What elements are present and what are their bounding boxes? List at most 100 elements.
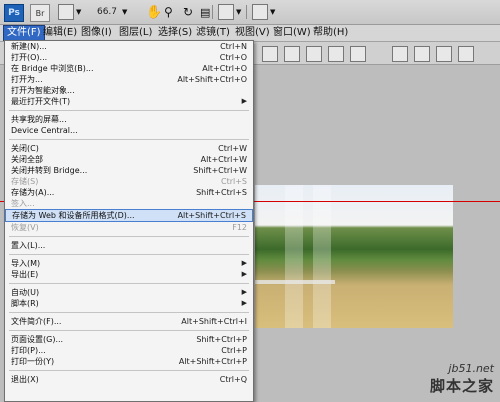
menu-item[interactable]: 关闭全部 Alt+Ctrl+W: [5, 154, 253, 165]
menu-item[interactable]: 打开(O)... Ctrl+O: [5, 52, 253, 63]
menu-item-label: 脚本(R): [11, 299, 39, 308]
menu-divider: [9, 283, 249, 284]
menu-item[interactable]: 打开为智能对象...: [5, 85, 253, 96]
distribute-icon[interactable]: [436, 46, 452, 62]
menu-item-label: 新建(N)...: [11, 42, 47, 51]
menu-item-shortcut: Ctrl+W: [218, 144, 247, 153]
menu-item-shortcut: Alt+Ctrl+W: [200, 155, 247, 164]
menu-item[interactable]: 关闭(C) Ctrl+W: [5, 143, 253, 154]
arrange-documents-icon[interactable]: [218, 4, 234, 20]
menu-item[interactable]: 打印一份(Y) Alt+Shift+Ctrl+P: [5, 356, 253, 367]
slice-guide: [313, 185, 331, 328]
menu-item[interactable]: 脚本(R) ▶: [5, 298, 253, 309]
menu-item: 签入...: [5, 198, 253, 209]
menu-file[interactable]: 文件(F): [3, 25, 45, 41]
menu-item[interactable]: 共享我的屏幕...: [5, 114, 253, 125]
menu-item[interactable]: 存储为(A)... Shift+Ctrl+S: [5, 187, 253, 198]
watermark-name: 脚本之家: [429, 377, 494, 395]
hand-tool-icon[interactable]: ✋: [146, 4, 162, 20]
menu-item-label: 关闭(C): [11, 144, 39, 153]
menu-item-shortcut: Shift+Ctrl+P: [196, 335, 247, 344]
menu-divider: [9, 370, 249, 371]
menu-item[interactable]: 自动(U) ▶: [5, 287, 253, 298]
menu-item-shortcut: F12: [232, 223, 247, 232]
screen-mode-dropdown-icon[interactable]: ▼: [270, 4, 275, 20]
document-canvas[interactable]: [255, 185, 453, 328]
menu-item[interactable]: 在 Bridge 中浏览(B)... Alt+Ctrl+O: [5, 63, 253, 74]
view-extras-icon[interactable]: [58, 4, 74, 20]
align-icon[interactable]: [284, 46, 300, 62]
align-icon[interactable]: [350, 46, 366, 62]
menu-item-shortcut: Shift+Ctrl+S: [196, 188, 247, 197]
distribute-icon[interactable]: [392, 46, 408, 62]
menu-edit[interactable]: 编辑(E): [40, 26, 80, 40]
menu-view[interactable]: 视图(V): [232, 26, 273, 40]
submenu-arrow-icon: ▶: [241, 299, 247, 307]
align-icon[interactable]: [328, 46, 344, 62]
menu-item[interactable]: Device Central...: [5, 125, 253, 136]
slice-guide: [285, 185, 303, 328]
application-bar: Ps Br ▼ 66.7 ▼ ✋ ⚲ ↻ ▤ ▼ ▼: [0, 0, 500, 25]
menu-item[interactable]: 新建(N)... Ctrl+N: [5, 41, 253, 52]
menu-item-label: 自动(U): [11, 288, 40, 297]
menu-item[interactable]: 打开为... Alt+Shift+Ctrl+O: [5, 74, 253, 85]
rotate-view-icon[interactable]: ↻: [183, 4, 193, 20]
menu-item[interactable]: 关闭并转到 Bridge... Shift+Ctrl+W: [5, 165, 253, 176]
distribute-icon[interactable]: [458, 46, 474, 62]
menu-item-shortcut: Alt+Shift+Ctrl+S: [177, 211, 246, 220]
menu-item[interactable]: 存储为 Web 和设备所用格式(D)... Alt+Shift+Ctrl+S: [5, 209, 253, 222]
watermark-url: jb51.net: [448, 362, 494, 375]
menu-item-label: 存储为 Web 和设备所用格式(D)...: [12, 211, 135, 220]
bridge-button[interactable]: Br: [30, 4, 50, 22]
menu-item[interactable]: 打印(P)... Ctrl+P: [5, 345, 253, 356]
distribute-icon[interactable]: [414, 46, 430, 62]
menu-item-label: 打印一份(Y): [11, 357, 55, 366]
menu-item-label: 恢复(V): [11, 223, 39, 232]
menu-item-label: 存储为(A)...: [11, 188, 55, 197]
submenu-arrow-icon: ▶: [241, 259, 247, 267]
menu-divider: [9, 312, 249, 313]
submenu-arrow-icon: ▶: [241, 288, 247, 296]
menu-help[interactable]: 帮助(H): [310, 26, 351, 40]
menu-item[interactable]: 文件简介(F)... Alt+Shift+Ctrl+I: [5, 316, 253, 327]
menu-layer[interactable]: 图层(L): [116, 26, 155, 40]
ruler-icon[interactable]: ▤: [200, 4, 210, 20]
menu-item-label: 打开为智能对象...: [11, 86, 75, 95]
menu-item[interactable]: 置入(L)...: [5, 240, 253, 251]
menu-item[interactable]: 退出(X) Ctrl+Q: [5, 374, 253, 385]
align-icon[interactable]: [306, 46, 322, 62]
menu-item-label: 置入(L)...: [11, 241, 46, 250]
zoom-tool-icon[interactable]: ⚲: [164, 4, 173, 20]
menu-item-shortcut: Shift+Ctrl+W: [193, 166, 247, 175]
menu-item-shortcut: Ctrl+S: [220, 177, 247, 186]
menu-item-label: 关闭并转到 Bridge...: [11, 166, 88, 175]
menu-item-label: 关闭全部: [11, 155, 43, 164]
menu-item-shortcut: Ctrl+O: [219, 53, 247, 62]
menu-filter[interactable]: 滤镜(T): [193, 26, 233, 40]
menu-item[interactable]: 导出(E) ▶: [5, 269, 253, 280]
menu-item-label: 打开为...: [11, 75, 43, 84]
menu-item-label: 退出(X): [11, 375, 39, 384]
menu-item-label: 存储(S): [11, 177, 39, 186]
menu-window[interactable]: 窗口(W): [270, 26, 314, 40]
menu-item-shortcut: Ctrl+P: [221, 346, 247, 355]
file-menu-dropdown: 新建(N)... Ctrl+N 打开(O)... Ctrl+O 在 Bridge 中浏览…: [4, 40, 254, 402]
screen-mode-icon[interactable]: [252, 4, 268, 20]
menu-divider: [9, 330, 249, 331]
menu-item[interactable]: 导入(M) ▶: [5, 258, 253, 269]
zoom-dropdown-icon[interactable]: ▼: [122, 4, 127, 20]
menu-image[interactable]: 图像(I): [78, 26, 115, 40]
zoom-level[interactable]: 66.7: [94, 4, 120, 20]
menu-item-label: 打开(O)...: [11, 53, 48, 62]
menu-item-label: 签入...: [11, 199, 35, 208]
menu-item[interactable]: 页面设置(G)... Shift+Ctrl+P: [5, 334, 253, 345]
menu-item-label: 最近打开文件(T): [11, 97, 71, 106]
arrange-dropdown-icon[interactable]: ▼: [236, 4, 241, 20]
menu-select[interactable]: 选择(S): [155, 26, 195, 40]
photoshop-logo: Ps: [4, 4, 24, 22]
align-icon[interactable]: [262, 46, 278, 62]
chevron-down-icon[interactable]: ▼: [76, 4, 81, 20]
submenu-arrow-icon: ▶: [241, 270, 247, 278]
menu-item[interactable]: 最近打开文件(T) ▶: [5, 96, 253, 107]
menu-item-label: 导出(E): [11, 270, 39, 279]
